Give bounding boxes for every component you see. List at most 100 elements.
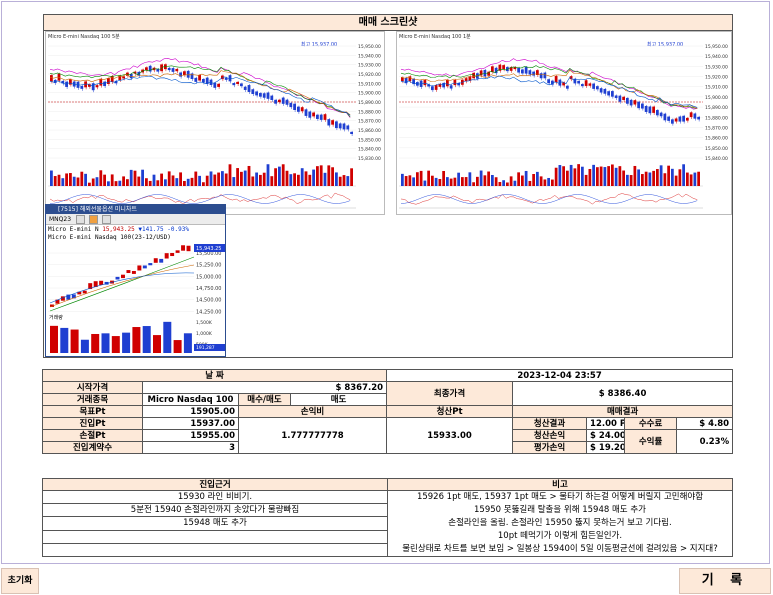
volume-bar xyxy=(453,177,457,186)
volume-bar xyxy=(693,172,697,186)
exit-result-value: 12.00 Pt xyxy=(586,417,626,430)
basis-line-2[interactable]: 5분전 15940 손절라인까지 솟았다가 물량빠짐 xyxy=(42,503,388,518)
volume-bar xyxy=(434,177,438,186)
volume-bar xyxy=(262,172,266,186)
remark-line-3: 손절라인을 올림. 손절라인 15950 뚫지 못하는거 보고 기다림. xyxy=(448,518,672,528)
candle-body xyxy=(577,80,580,84)
oscillator-signal-line xyxy=(400,194,698,204)
record-button[interactable]: 기 록 xyxy=(679,568,771,594)
side-value[interactable]: 매도 xyxy=(289,393,388,406)
candle-body xyxy=(170,252,175,257)
volume-bar xyxy=(335,172,338,186)
volume-bar xyxy=(603,167,607,186)
price-tick-label: 15,920.00 xyxy=(705,75,728,81)
volume-bar xyxy=(483,175,487,186)
basis-line-1[interactable]: 15930 라인 비비기. xyxy=(42,489,388,505)
mini-chart-canvas: 15,500.0015,250.0015,000.0014,750.0014,5… xyxy=(48,244,225,353)
volume-bar xyxy=(118,180,122,186)
record-form: 매매 스크린샷 Micro E-mini Nasdaq 100 5분 최고 15… xyxy=(1,1,770,564)
target-value[interactable]: 15905.00 xyxy=(142,405,239,418)
exit-value[interactable]: 15933.00 xyxy=(386,417,514,454)
volume-bar xyxy=(61,178,65,186)
volume-bar xyxy=(547,177,550,186)
candle-body xyxy=(107,78,110,84)
eval-pnl-value: $ 19.20 xyxy=(586,441,626,454)
entry-value[interactable]: 15937.00 xyxy=(142,417,239,430)
price-tick-label: 15,880.00 xyxy=(705,115,728,121)
volume-bar xyxy=(164,179,167,186)
candle-body xyxy=(607,91,610,96)
volume-bar xyxy=(618,166,622,186)
volume-bar xyxy=(319,165,323,186)
volume-bar xyxy=(569,164,573,186)
price-tick-label: 15,860.00 xyxy=(358,128,381,134)
candle-body xyxy=(327,119,331,126)
date-value[interactable]: 2023-12-04 23:57 xyxy=(386,369,734,382)
volume-bar xyxy=(648,172,652,186)
volume-bar xyxy=(160,173,163,186)
candle-body xyxy=(449,85,453,89)
moving-average-line xyxy=(49,65,351,118)
basis-line-4[interactable] xyxy=(42,529,388,544)
current-price-label: 15,943.25 xyxy=(196,246,221,252)
candle-body xyxy=(674,118,678,122)
volume-bar xyxy=(122,332,131,353)
volume-bar xyxy=(641,174,644,186)
volume-bar xyxy=(682,164,685,186)
volume-bar xyxy=(65,173,68,186)
candle-body xyxy=(297,106,300,112)
basis-line-5[interactable] xyxy=(42,542,388,558)
volume-bar xyxy=(99,170,103,186)
price-tick-label: 14,750.00 xyxy=(196,286,221,292)
candle-body xyxy=(167,67,171,71)
volume-bar xyxy=(491,174,494,186)
volume-bar xyxy=(667,165,670,186)
basis-header: 진입근거 xyxy=(42,478,388,491)
volume-bar xyxy=(221,171,224,186)
volume-bar xyxy=(461,177,464,186)
volume-bar xyxy=(678,169,682,186)
candle-body xyxy=(342,123,346,130)
reset-button[interactable]: 초기화 xyxy=(1,568,39,594)
candle-body xyxy=(652,106,655,113)
volume-bar xyxy=(611,164,614,186)
candle-body xyxy=(338,123,342,129)
candle-body xyxy=(346,125,350,130)
candle-body xyxy=(183,71,186,76)
candle-body xyxy=(483,69,487,77)
volume-bar xyxy=(281,164,285,186)
volume-bar xyxy=(232,177,236,186)
volume-bar xyxy=(129,169,133,186)
contracts-value[interactable]: 3 xyxy=(142,441,239,454)
volume-bar xyxy=(300,168,304,186)
candle-body xyxy=(517,67,520,73)
candle-body xyxy=(148,263,153,266)
volume-bar xyxy=(308,174,312,186)
candle-body xyxy=(115,276,120,280)
fee-value: $ 4.80 xyxy=(676,417,734,430)
candle-body xyxy=(131,270,136,274)
volume-bar xyxy=(577,164,580,186)
chart-1min-canvas: 15,950.00 15,940.00 15,930.00 15,920.00 15,9… xyxy=(399,44,728,209)
candle-body xyxy=(319,114,323,120)
candle-body xyxy=(300,107,304,112)
candle-body xyxy=(91,83,95,91)
final-price-value[interactable]: $ 8386.40 xyxy=(512,381,734,406)
candle-body xyxy=(434,85,438,90)
instrument-value[interactable]: Micro Nasdaq 100 xyxy=(142,393,239,406)
volume-bar xyxy=(427,170,430,186)
basis-line-3[interactable]: 15948 매도 추가 xyxy=(42,516,388,531)
volume-bar xyxy=(183,181,186,186)
candle-body xyxy=(308,111,312,118)
candle-body xyxy=(584,80,588,86)
start-price-value[interactable]: $ 8367.20 xyxy=(141,381,388,394)
volume-bar xyxy=(588,168,592,186)
volume-bar xyxy=(656,169,659,186)
candle-body xyxy=(142,265,147,269)
candle-body xyxy=(554,76,558,83)
stop-value[interactable]: 15955.00 xyxy=(142,429,239,442)
candle-body xyxy=(262,93,266,98)
remarks-cell[interactable]: 15926 1pt 매도, 15937 1pt 매도 > 물타기 하는걸 어떻게… xyxy=(387,490,733,557)
volume-bar xyxy=(76,177,80,186)
price-tick-label: 15,910.00 xyxy=(705,85,728,91)
